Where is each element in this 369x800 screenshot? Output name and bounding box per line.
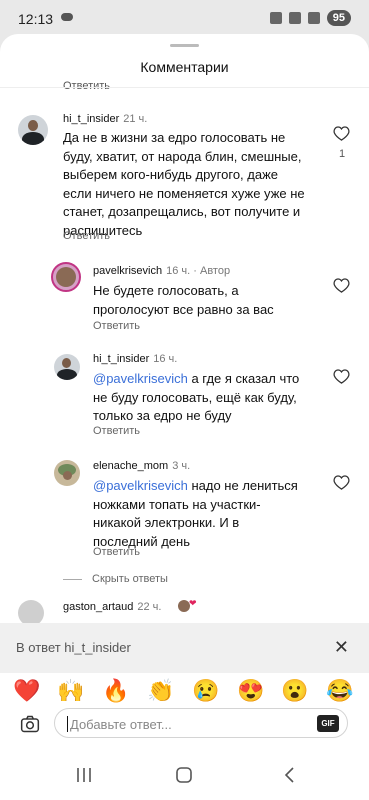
comment-time: 16 ч. xyxy=(166,265,191,277)
like-count: 1 xyxy=(339,148,346,160)
comment-line: ножками топать на участки- xyxy=(93,496,261,512)
comment-line: проголосуют все равно за вас xyxy=(93,301,274,317)
reply-button[interactable]: Ответить xyxy=(93,546,140,558)
reply-button[interactable]: Ответить xyxy=(93,320,140,332)
comment-line: буду, хватит, от народа блин, смешные, xyxy=(63,148,302,164)
emoji-heart-button[interactable]: ❤️ xyxy=(12,676,42,706)
wifi-icon xyxy=(288,12,301,24)
emoji-heart-eyes-button[interactable]: 😍 xyxy=(236,676,266,706)
hide-replies-label: Скрыть ответы xyxy=(92,573,168,585)
divider xyxy=(0,87,369,88)
author-badge: Автор xyxy=(199,265,231,277)
reply-input[interactable]: Добавьте ответ... GIF xyxy=(54,708,348,738)
comment-text: Не будете голосовать, а проголосуют все … xyxy=(93,282,333,319)
system-nav-bar xyxy=(0,756,369,800)
status-time: 12:13 xyxy=(18,11,54,27)
comment-time: 22 ч. xyxy=(137,601,162,613)
camera-icon[interactable] xyxy=(20,714,40,734)
comment-meta: hi_t_insider 21 ч. xyxy=(63,113,147,125)
heart-icon[interactable] xyxy=(333,474,350,490)
signal-icon xyxy=(307,12,320,24)
comment-text: @pavelkrisevich надо не лениться ножками… xyxy=(93,477,343,551)
comment-meta: elenache_mom 3 ч. xyxy=(93,460,190,472)
reply-context-label: В ответ hi_t_insider xyxy=(16,640,131,655)
mention-link[interactable]: @pavelkrisevich xyxy=(93,371,188,386)
comment-line: а где я сказал что xyxy=(187,371,300,386)
comment-username[interactable]: hi_t_insider xyxy=(93,353,149,365)
reply-button[interactable]: Ответить xyxy=(63,230,110,242)
comment-line: надо не лениться xyxy=(187,478,298,493)
comment-line: Не будете голосовать, а xyxy=(93,283,239,298)
sheet-title: Комментарии xyxy=(140,59,229,75)
comment-meta: gaston_artaud 22 ч. xyxy=(63,601,161,613)
heart-icon[interactable] xyxy=(333,368,350,384)
comment-text: Да не в жизни за едро голосовать не буду… xyxy=(63,129,343,240)
status-icons: 95 xyxy=(269,10,351,26)
reply-input-placeholder: Добавьте ответ... xyxy=(70,717,172,732)
emoji-clap-button[interactable]: 👏 xyxy=(146,676,176,706)
hide-replies-button[interactable]: Скрыть ответы xyxy=(63,573,168,585)
drag-handle[interactable] xyxy=(170,44,199,47)
recent-apps-icon[interactable] xyxy=(75,766,93,784)
comment-line: станет, дозапрещались, вот получите и xyxy=(63,204,301,219)
comment-line: выберем кого-нибудь другого, даже xyxy=(63,167,279,182)
status-bar: 12:13 95 xyxy=(0,0,369,34)
back-icon[interactable] xyxy=(281,766,299,784)
comment-username[interactable]: gaston_artaud xyxy=(63,601,133,613)
gif-icon[interactable]: GIF xyxy=(317,715,339,732)
comments-sheet: Комментарии Ответить hi_t_insider 21 ч. Д… xyxy=(0,34,369,800)
reply-input-row: Добавьте ответ... GIF xyxy=(0,706,369,748)
separator-dot: · xyxy=(193,265,197,277)
emoji-raised-hands-button[interactable]: 🙌 xyxy=(56,676,86,706)
mention-link[interactable]: @pavelkrisevich xyxy=(93,478,188,493)
comment-username[interactable]: hi_t_insider xyxy=(63,113,119,125)
emoji-fire-button[interactable]: 🔥 xyxy=(101,676,131,706)
text-caret xyxy=(67,716,68,732)
comment-meta: hi_t_insider 16 ч. xyxy=(93,353,177,365)
heart-emoji-icon: ❤ xyxy=(189,598,197,608)
heart-icon[interactable] xyxy=(333,125,350,141)
comment-username[interactable]: elenache_mom xyxy=(93,460,168,472)
comment-time: 16 ч. xyxy=(153,353,178,365)
close-icon[interactable]: ✕ xyxy=(334,637,349,658)
comment-time: 3 ч. xyxy=(172,460,191,472)
reply-button[interactable]: Ответить xyxy=(93,425,140,437)
mute-icon xyxy=(269,12,282,24)
cloud-icon xyxy=(61,13,73,21)
comment-text: @pavelkrisevich а где я сказал что не бу… xyxy=(93,370,343,426)
comment-username[interactable]: pavelkrisevich xyxy=(93,265,162,277)
home-icon[interactable] xyxy=(175,766,193,784)
emoji-crying-button[interactable]: 😢 xyxy=(191,676,221,706)
avatar[interactable] xyxy=(51,262,81,292)
comment-line: Да не в жизни за едро голосовать не xyxy=(63,130,286,145)
comment-line: если ничего не поменяется хуже уже не xyxy=(63,185,305,201)
comment-time: 21 ч. xyxy=(123,113,148,125)
comment-meta: pavelkrisevich 16 ч. · Автор xyxy=(93,265,230,277)
emoji-laughing-button[interactable]: 😂 xyxy=(325,676,355,706)
heart-icon[interactable] xyxy=(333,277,350,293)
reply-context-bar: В ответ hi_t_insider ✕ xyxy=(0,623,369,673)
avatar[interactable] xyxy=(54,460,80,486)
avatar[interactable] xyxy=(54,354,80,380)
hide-replies-line xyxy=(63,578,82,580)
reply-link[interactable]: Ответить xyxy=(63,80,110,92)
comment-line: не буду голосовать, ещё как буду, xyxy=(93,389,297,405)
comment-line: только за едро не буду xyxy=(93,408,232,423)
emoji-surprised-button[interactable]: 😮 xyxy=(280,676,310,706)
avatar[interactable] xyxy=(18,115,48,145)
battery-indicator: 95 xyxy=(326,10,351,26)
comment-line: никакой электронки. И в xyxy=(93,515,240,530)
